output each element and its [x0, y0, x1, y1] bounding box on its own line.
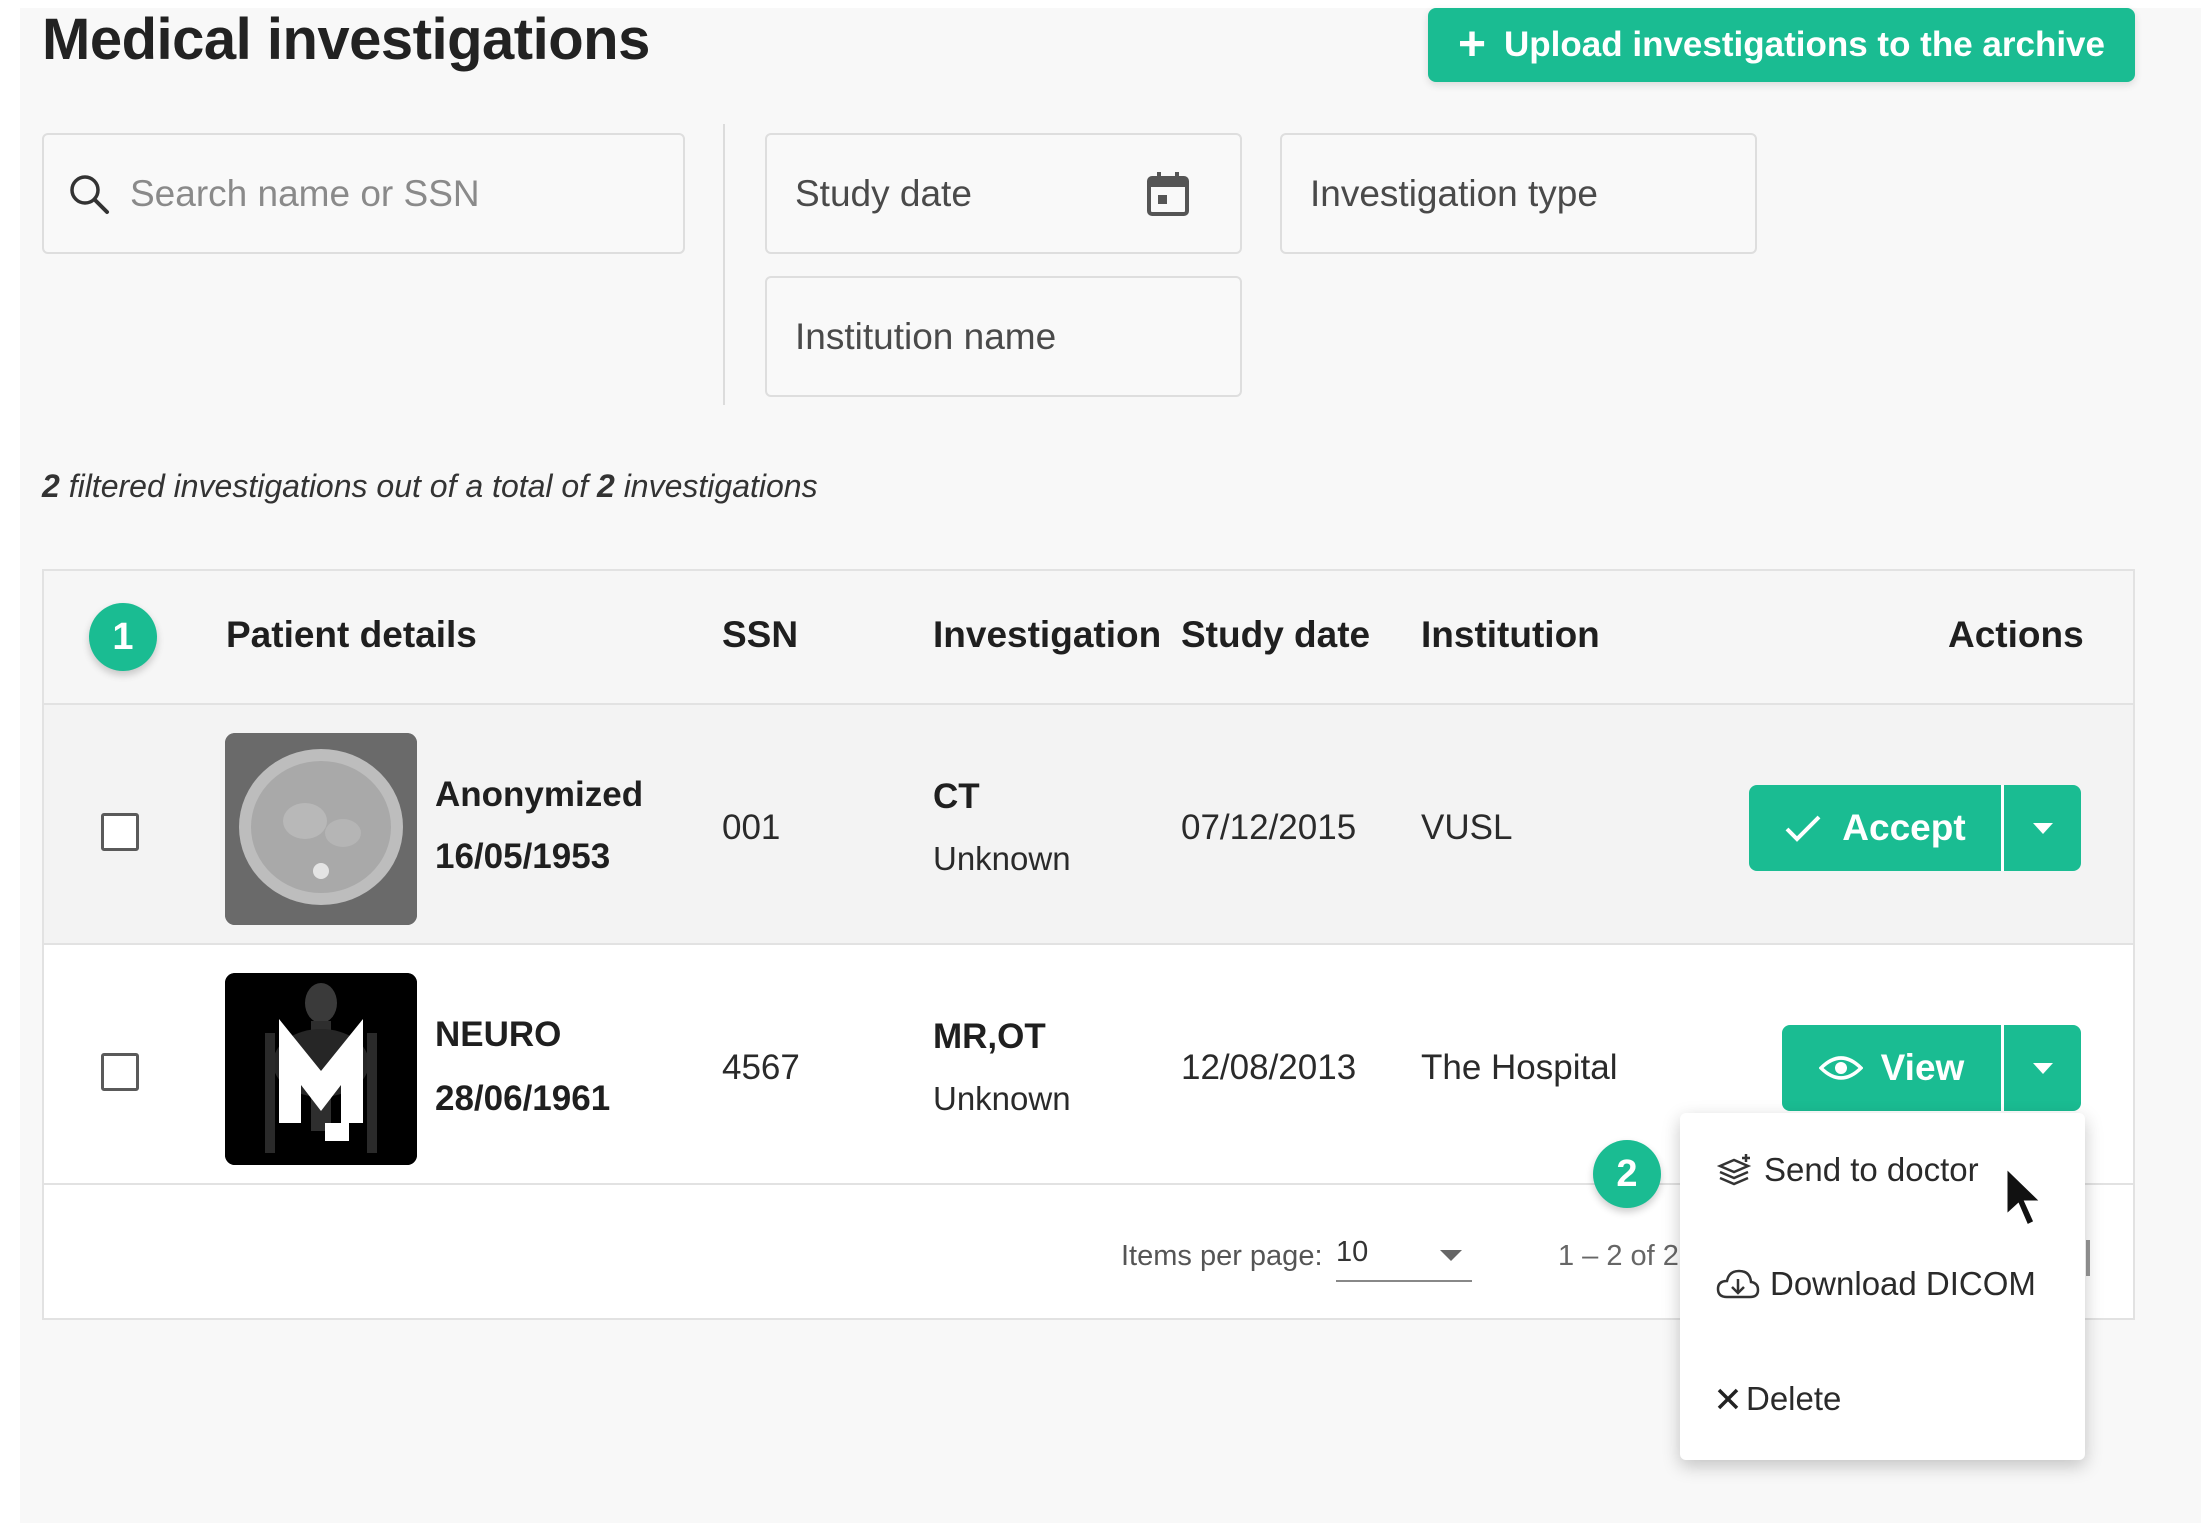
search-icon — [70, 174, 109, 214]
patient-name: Anonymized — [435, 775, 644, 814]
menu-item-label: Send to doctor — [1764, 1151, 1979, 1188]
summary-text-end: investigations — [614, 468, 818, 504]
summary-text-mid: filtered investigations out of a total o… — [59, 468, 597, 504]
paginator-nav[interactable] — [2086, 1240, 2090, 1276]
send-share-icon — [1716, 1154, 1752, 1186]
cloud-download-icon — [1716, 1269, 1760, 1299]
chevron-down-icon — [2032, 1062, 2053, 1074]
results-summary: 2 filtered investigations out of a total… — [42, 468, 818, 505]
calendar-icon[interactable] — [1146, 170, 1190, 218]
column-header-institution: Institution — [1421, 614, 1600, 655]
column-header-study-date: Study date — [1181, 614, 1371, 655]
investigation-type: Unknown — [933, 840, 1071, 877]
upload-investigations-button[interactable]: + Upload investigations to the archive — [1428, 8, 2135, 82]
mr-thumbnail — [225, 973, 417, 1165]
close-icon — [1717, 1388, 1739, 1410]
menu-item-download-dicom[interactable]: Download DICOM — [1716, 1265, 2036, 1303]
institution-name-field[interactable]: Institution name — [765, 276, 1242, 397]
modality: MR,OT — [933, 1017, 1046, 1056]
modality: CT — [933, 777, 980, 816]
search-input[interactable]: Search name or SSN — [42, 133, 685, 254]
patient-dob: 28/06/1961 — [435, 1079, 611, 1118]
row-checkbox[interactable] — [101, 1053, 139, 1091]
step-badge-1: 1 — [89, 603, 157, 671]
investigation-type: Unknown — [933, 1080, 1071, 1117]
search-placeholder: Search name or SSN — [130, 172, 480, 214]
filter-divider — [723, 124, 725, 405]
items-per-page-select[interactable]: 10 — [1336, 1236, 1472, 1282]
investigation-type-field[interactable]: Investigation type — [1280, 133, 1757, 254]
study-date-label: Study date — [795, 172, 972, 214]
chevron-down-icon — [2032, 822, 2053, 834]
plus-icon: + — [1458, 18, 1487, 71]
patient-name: NEURO — [435, 1015, 562, 1054]
menu-item-label: Download DICOM — [1770, 1265, 2036, 1302]
menu-item-label: Delete — [1746, 1380, 1842, 1417]
upload-button-label: Upload investigations to the archive — [1504, 25, 2105, 64]
mouse-cursor-icon — [2004, 1164, 2046, 1229]
study-date-field[interactable]: Study date — [765, 133, 1242, 254]
institution: VUSL — [1421, 808, 1513, 847]
step-badge-2: 2 — [1593, 1140, 1661, 1208]
view-button[interactable]: View — [1782, 1025, 2001, 1111]
patient-dob: 16/05/1953 — [435, 837, 611, 876]
chevron-down-icon — [1440, 1250, 1462, 1261]
column-header-actions: Actions — [1948, 614, 2084, 655]
accept-label: Accept — [1842, 807, 1966, 848]
column-header-patient-details: Patient details — [226, 614, 477, 655]
items-per-page-value: 10 — [1336, 1236, 1369, 1268]
institution: The Hospital — [1421, 1048, 1618, 1087]
check-icon — [1785, 815, 1821, 842]
institution-name-label: Institution name — [795, 315, 1057, 357]
row-actions-dropdown[interactable] — [2001, 1025, 2081, 1111]
column-header-ssn: SSN — [722, 614, 799, 655]
menu-item-send-to-doctor[interactable]: Send to doctor — [1716, 1151, 1979, 1189]
paginator-range: 1 – 2 of 2 — [1558, 1240, 1679, 1272]
study-date: 07/12/2015 — [1181, 808, 1357, 847]
patient-ssn: 4567 — [722, 1048, 800, 1087]
items-per-page-label: Items per page: — [1121, 1240, 1323, 1272]
page-title: Medical investigations — [42, 7, 650, 72]
investigation-type-label: Investigation type — [1310, 172, 1598, 214]
accept-button[interactable]: Accept — [1749, 785, 2001, 871]
study-date: 12/08/2013 — [1181, 1048, 1357, 1087]
filtered-count: 2 — [42, 468, 60, 504]
menu-item-delete[interactable]: Delete — [1716, 1380, 1841, 1418]
row-checkbox[interactable] — [101, 813, 139, 851]
ct-thumbnail — [225, 733, 417, 925]
patient-ssn: 001 — [722, 808, 781, 847]
view-label: View — [1880, 1047, 1965, 1088]
column-header-investigation: Investigation — [933, 614, 1162, 655]
eye-icon — [1818, 1056, 1863, 1080]
total-count: 2 — [597, 468, 615, 504]
row-actions-dropdown[interactable] — [2001, 785, 2081, 871]
